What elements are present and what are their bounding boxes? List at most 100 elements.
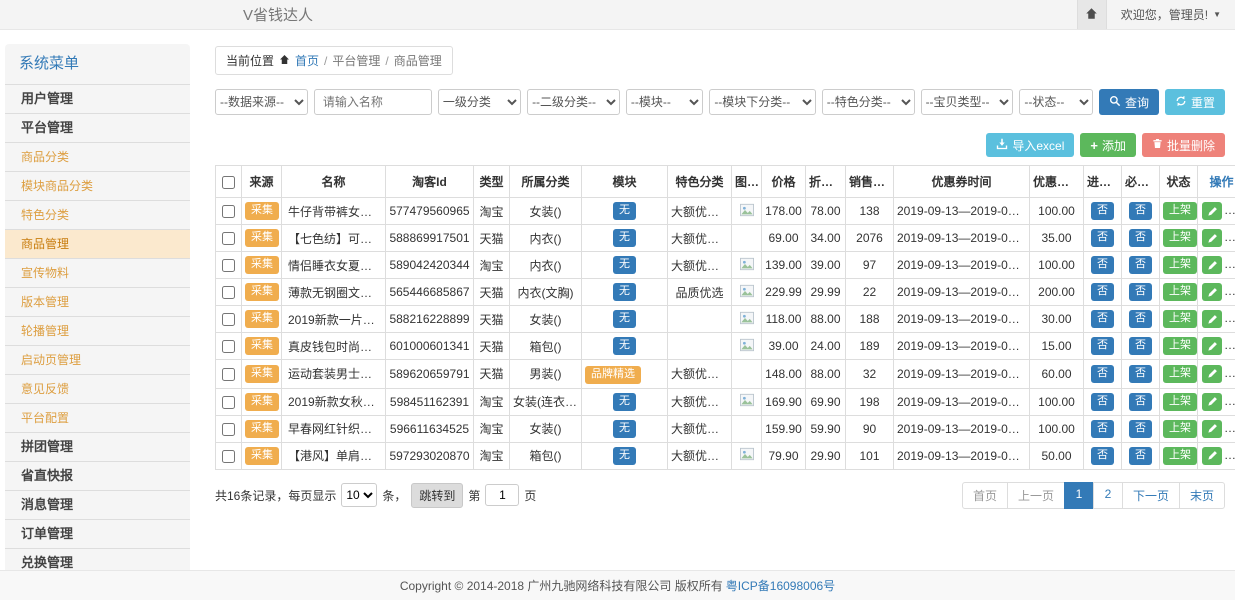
row-checkbox[interactable]: [222, 286, 235, 299]
imported-badge[interactable]: 否: [1091, 337, 1114, 355]
batch-delete-button[interactable]: 批量删除: [1142, 133, 1225, 157]
edit-button[interactable]: [1202, 393, 1222, 411]
must-buy-badge[interactable]: 否: [1129, 310, 1152, 328]
sidebar-item-carousel-manage[interactable]: 轮播管理: [5, 316, 190, 345]
edit-button[interactable]: [1202, 256, 1222, 274]
edit-button[interactable]: [1202, 310, 1222, 328]
filter-select-category-l1[interactable]: 一级分类: [438, 89, 521, 115]
must-buy-badge[interactable]: 否: [1129, 229, 1152, 247]
status-badge[interactable]: 上架: [1163, 365, 1197, 383]
sidebar-item-goods-manage[interactable]: 商品管理: [5, 229, 190, 258]
sidebar-item-group-manage[interactable]: 拼团管理: [5, 432, 190, 461]
imported-badge[interactable]: 否: [1091, 420, 1114, 438]
must-buy-badge[interactable]: 否: [1129, 365, 1152, 383]
edit-button[interactable]: [1202, 337, 1222, 355]
imported-badge[interactable]: 否: [1091, 310, 1114, 328]
reset-button[interactable]: 重置: [1165, 89, 1225, 115]
row-checkbox[interactable]: [222, 450, 235, 463]
jump-button[interactable]: 跳转到: [411, 483, 463, 508]
sidebar-item-platform[interactable]: 平台管理: [5, 113, 190, 142]
status-badge[interactable]: 上架: [1163, 420, 1197, 438]
sidebar-item-feedback[interactable]: 意见反馈: [5, 374, 190, 403]
row-checkbox[interactable]: [222, 313, 235, 326]
name-search-input[interactable]: [314, 89, 432, 115]
sidebar-item-users[interactable]: 用户管理: [5, 84, 190, 113]
filter-select-feature[interactable]: --特色分类--: [822, 89, 915, 115]
must-buy-badge[interactable]: 否: [1129, 202, 1152, 220]
status-badge[interactable]: 上架: [1163, 447, 1197, 465]
module-badge[interactable]: 无: [613, 202, 636, 220]
imported-badge[interactable]: 否: [1091, 365, 1114, 383]
filter-select-module-sub[interactable]: --模块下分类--: [709, 89, 815, 115]
filter-select-item-type[interactable]: --宝贝类型--: [921, 89, 1014, 115]
select-all-checkbox[interactable]: [222, 176, 235, 189]
sidebar-item-platform-config[interactable]: 平台配置: [5, 403, 190, 432]
row-checkbox[interactable]: [222, 259, 235, 272]
row-checkbox[interactable]: [222, 423, 235, 436]
imported-badge[interactable]: 否: [1091, 229, 1114, 247]
edit-button[interactable]: [1202, 420, 1222, 438]
module-badge[interactable]: 无: [613, 420, 636, 438]
row-checkbox[interactable]: [222, 205, 235, 218]
status-badge[interactable]: 上架: [1163, 337, 1197, 355]
imported-badge[interactable]: 否: [1091, 283, 1114, 301]
page-button[interactable]: 1: [1064, 482, 1094, 509]
sidebar-item-module-goods-category[interactable]: 模块商品分类: [5, 171, 190, 200]
status-badge[interactable]: 上架: [1163, 229, 1197, 247]
user-menu[interactable]: 欢迎您，管理员! ▼: [1107, 6, 1235, 23]
query-button[interactable]: 查询: [1099, 89, 1159, 115]
status-badge[interactable]: 上架: [1163, 393, 1197, 411]
row-checkbox[interactable]: [222, 340, 235, 353]
imported-badge[interactable]: 否: [1091, 393, 1114, 411]
imported-badge[interactable]: 否: [1091, 202, 1114, 220]
sidebar-item-promo-material[interactable]: 宣传物料: [5, 258, 190, 287]
breadcrumb-home-link[interactable]: 首页: [295, 52, 319, 69]
module-badge[interactable]: 无: [613, 393, 636, 411]
edit-button[interactable]: [1202, 202, 1222, 220]
per-page-select[interactable]: 10: [341, 483, 377, 507]
imported-badge[interactable]: 否: [1091, 256, 1114, 274]
sidebar-item-goods-category[interactable]: 商品分类: [5, 142, 190, 171]
must-buy-badge[interactable]: 否: [1129, 447, 1152, 465]
module-badge[interactable]: 无: [613, 229, 636, 247]
module-badge[interactable]: 无: [613, 310, 636, 328]
page-button[interactable]: 2: [1093, 482, 1123, 509]
edit-button[interactable]: [1202, 283, 1222, 301]
sidebar-item-splash-manage[interactable]: 启动页管理: [5, 345, 190, 374]
imported-badge[interactable]: 否: [1091, 447, 1114, 465]
page-button[interactable]: 末页: [1179, 482, 1225, 509]
must-buy-badge[interactable]: 否: [1129, 337, 1152, 355]
row-checkbox[interactable]: [222, 232, 235, 245]
status-badge[interactable]: 上架: [1163, 283, 1197, 301]
module-badge[interactable]: 无: [613, 447, 636, 465]
status-badge[interactable]: 上架: [1163, 256, 1197, 274]
status-badge[interactable]: 上架: [1163, 310, 1197, 328]
icp-link[interactable]: 粤ICP备16098006号: [726, 577, 835, 594]
edit-button[interactable]: [1202, 365, 1222, 383]
page-button[interactable]: 下一页: [1122, 482, 1180, 509]
module-badge[interactable]: 无: [613, 337, 636, 355]
import-excel-button[interactable]: 导入excel: [986, 133, 1074, 157]
sidebar-item-version-manage[interactable]: 版本管理: [5, 287, 190, 316]
add-button[interactable]: + 添加: [1080, 133, 1136, 157]
filter-select-module[interactable]: --模块--: [626, 89, 703, 115]
sidebar-item-feature-category[interactable]: 特色分类: [5, 200, 190, 229]
home-button[interactable]: [1077, 0, 1107, 29]
must-buy-badge[interactable]: 否: [1129, 256, 1152, 274]
module-badge[interactable]: 无: [613, 256, 636, 274]
module-badge[interactable]: 品牌精选: [585, 366, 641, 384]
sidebar-item-order-manage[interactable]: 订单管理: [5, 519, 190, 548]
filter-select-category-l2[interactable]: --二级分类--: [527, 89, 620, 115]
must-buy-badge[interactable]: 否: [1129, 283, 1152, 301]
edit-button[interactable]: [1202, 229, 1222, 247]
row-checkbox[interactable]: [222, 396, 235, 409]
status-badge[interactable]: 上架: [1163, 202, 1197, 220]
jump-page-input[interactable]: [485, 484, 519, 506]
row-checkbox[interactable]: [222, 368, 235, 381]
sidebar-item-express-report[interactable]: 省直快报: [5, 461, 190, 490]
sidebar-item-message-manage[interactable]: 消息管理: [5, 490, 190, 519]
filter-select-status[interactable]: --状态--: [1019, 89, 1093, 115]
must-buy-badge[interactable]: 否: [1129, 420, 1152, 438]
edit-button[interactable]: [1202, 447, 1222, 465]
filter-select-source[interactable]: --数据来源--: [215, 89, 308, 115]
